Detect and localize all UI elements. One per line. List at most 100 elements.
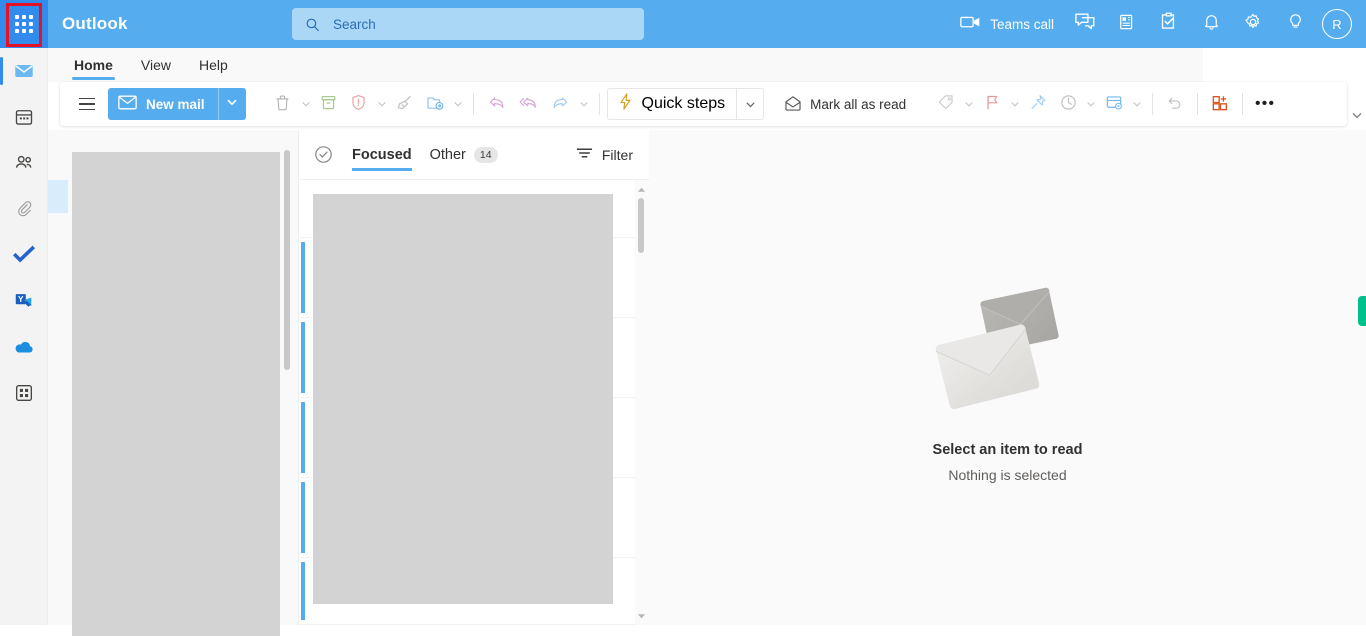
settings-button[interactable] bbox=[1232, 0, 1274, 48]
move-to-dropdown-chevron[interactable] bbox=[450, 88, 466, 120]
rules-button[interactable] bbox=[1099, 88, 1129, 120]
sweep-button[interactable] bbox=[390, 88, 420, 120]
ribbon-left-gutter bbox=[48, 82, 60, 130]
scrollbar-thumb[interactable] bbox=[638, 198, 644, 253]
reply-all-button[interactable] bbox=[512, 88, 545, 120]
new-mail-button[interactable]: New mail bbox=[108, 88, 246, 120]
search-input[interactable]: Search bbox=[292, 8, 644, 40]
snooze-button[interactable] bbox=[1053, 88, 1083, 120]
envelope-icon bbox=[118, 95, 137, 113]
categorize-button[interactable] bbox=[931, 88, 961, 120]
apps-add-icon bbox=[1210, 93, 1230, 116]
message-list-pane: Focused Other 14 Filter bbox=[298, 130, 649, 625]
archive-icon bbox=[319, 93, 338, 115]
delete-dropdown-chevron[interactable] bbox=[298, 88, 314, 120]
to-do-button[interactable] bbox=[1148, 0, 1190, 48]
chevron-down-icon bbox=[1352, 112, 1362, 119]
more-commands-button[interactable]: ••• bbox=[1250, 88, 1280, 120]
collapse-ribbon-button[interactable] bbox=[1349, 107, 1365, 123]
ribbon-tabstrip: Home View Help bbox=[48, 48, 1203, 82]
snooze-dropdown-chevron[interactable] bbox=[1083, 88, 1099, 120]
tag-icon bbox=[936, 93, 956, 115]
categorize-dropdown-chevron[interactable] bbox=[961, 88, 977, 120]
forward-dropdown-chevron[interactable] bbox=[576, 88, 592, 120]
shield-alert-icon bbox=[349, 93, 368, 115]
rail-item-mail[interactable] bbox=[0, 48, 48, 94]
report-button[interactable] bbox=[344, 88, 374, 120]
quick-steps-dropdown-chevron[interactable] bbox=[737, 99, 763, 110]
rail-item-all-apps[interactable] bbox=[0, 370, 48, 416]
delete-button[interactable] bbox=[268, 88, 298, 120]
forward-arrow-icon bbox=[550, 93, 571, 115]
pin-icon bbox=[1028, 93, 1048, 115]
rail-item-people[interactable] bbox=[0, 140, 48, 186]
undo-button[interactable] bbox=[1160, 88, 1190, 120]
bell-icon bbox=[1202, 12, 1221, 37]
rules-dropdown-chevron[interactable] bbox=[1129, 88, 1145, 120]
caret-down-icon[interactable] bbox=[635, 609, 647, 623]
tab-home[interactable]: Home bbox=[60, 48, 127, 82]
pin-button[interactable] bbox=[1023, 88, 1053, 120]
avatar[interactable]: R bbox=[1322, 9, 1352, 39]
quick-steps-label: Quick steps bbox=[641, 95, 726, 112]
chevron-down-icon bbox=[1011, 102, 1019, 107]
message-list-scrollbar[interactable] bbox=[635, 180, 647, 625]
ribbon-toolbar: New mail Quick steps Mark all as read ••… bbox=[60, 82, 1347, 126]
paperclip-icon bbox=[18, 201, 32, 217]
rail-item-onedrive[interactable] bbox=[0, 324, 48, 370]
forward-button[interactable] bbox=[545, 88, 576, 120]
app-header: Outlook Search Teams call R bbox=[48, 0, 1366, 48]
quick-steps-button[interactable]: Quick steps bbox=[606, 88, 765, 120]
meet-now-button[interactable] bbox=[1106, 0, 1148, 48]
header-actions: Teams call R bbox=[954, 0, 1366, 48]
flag-dropdown-chevron[interactable] bbox=[1007, 88, 1023, 120]
app-launcher-button[interactable] bbox=[0, 0, 48, 48]
ribbon-divider bbox=[472, 93, 474, 115]
reply-arrow-icon bbox=[486, 93, 507, 115]
rail-item-calendar[interactable] bbox=[0, 94, 48, 140]
lightbulb-icon bbox=[1286, 12, 1305, 37]
rules-icon bbox=[1104, 93, 1124, 115]
people-icon bbox=[15, 155, 32, 168]
move-folder-icon bbox=[425, 93, 445, 115]
flag-button[interactable] bbox=[977, 88, 1007, 120]
hamburger-menu-icon[interactable] bbox=[72, 88, 102, 120]
open-envelope-icon bbox=[783, 94, 803, 115]
tab-view[interactable]: View bbox=[127, 48, 185, 82]
rail-item-to-do[interactable] bbox=[0, 232, 48, 278]
rail-item-viva-engage[interactable]: Y bbox=[0, 278, 48, 324]
teams-call-label: Teams call bbox=[990, 16, 1054, 32]
report-dropdown-chevron[interactable] bbox=[374, 88, 390, 120]
search-icon bbox=[304, 16, 321, 33]
new-mail-dropdown-button[interactable] bbox=[217, 88, 246, 120]
mark-all-as-read-label: Mark all as read bbox=[810, 96, 907, 112]
gear-icon bbox=[1243, 12, 1263, 37]
caret-up-icon[interactable] bbox=[635, 182, 647, 196]
chat-button[interactable] bbox=[1064, 0, 1106, 48]
trash-icon bbox=[273, 93, 292, 115]
mark-all-as-read-button[interactable]: Mark all as read bbox=[776, 88, 913, 120]
chevron-down-icon bbox=[965, 102, 973, 107]
tab-help[interactable]: Help bbox=[185, 48, 242, 82]
tips-button[interactable] bbox=[1274, 0, 1316, 48]
mail-icon bbox=[15, 65, 33, 77]
circle-check-icon[interactable] bbox=[313, 144, 334, 165]
feedback-tab[interactable] bbox=[1358, 296, 1366, 326]
folder-pane-scrollbar[interactable] bbox=[284, 150, 290, 370]
archive-button[interactable] bbox=[314, 88, 344, 120]
move-to-button[interactable] bbox=[420, 88, 450, 120]
avatar-initial: R bbox=[1332, 16, 1342, 32]
add-ins-button[interactable] bbox=[1205, 88, 1235, 120]
notifications-button[interactable] bbox=[1190, 0, 1232, 48]
pivot-other[interactable]: Other 14 bbox=[430, 130, 498, 180]
ribbon-divider bbox=[1242, 93, 1244, 115]
teams-call-button[interactable]: Teams call bbox=[954, 0, 1064, 48]
grid-apps-icon bbox=[16, 385, 33, 402]
reply-button[interactable] bbox=[481, 88, 512, 120]
app-title: Outlook bbox=[62, 14, 128, 33]
rail-item-files[interactable] bbox=[0, 186, 48, 232]
pivot-focused[interactable]: Focused bbox=[352, 130, 412, 180]
filter-button[interactable]: Filter bbox=[576, 130, 633, 180]
ribbon-divider bbox=[1152, 93, 1154, 115]
chat-bubble-icon bbox=[1074, 12, 1096, 37]
